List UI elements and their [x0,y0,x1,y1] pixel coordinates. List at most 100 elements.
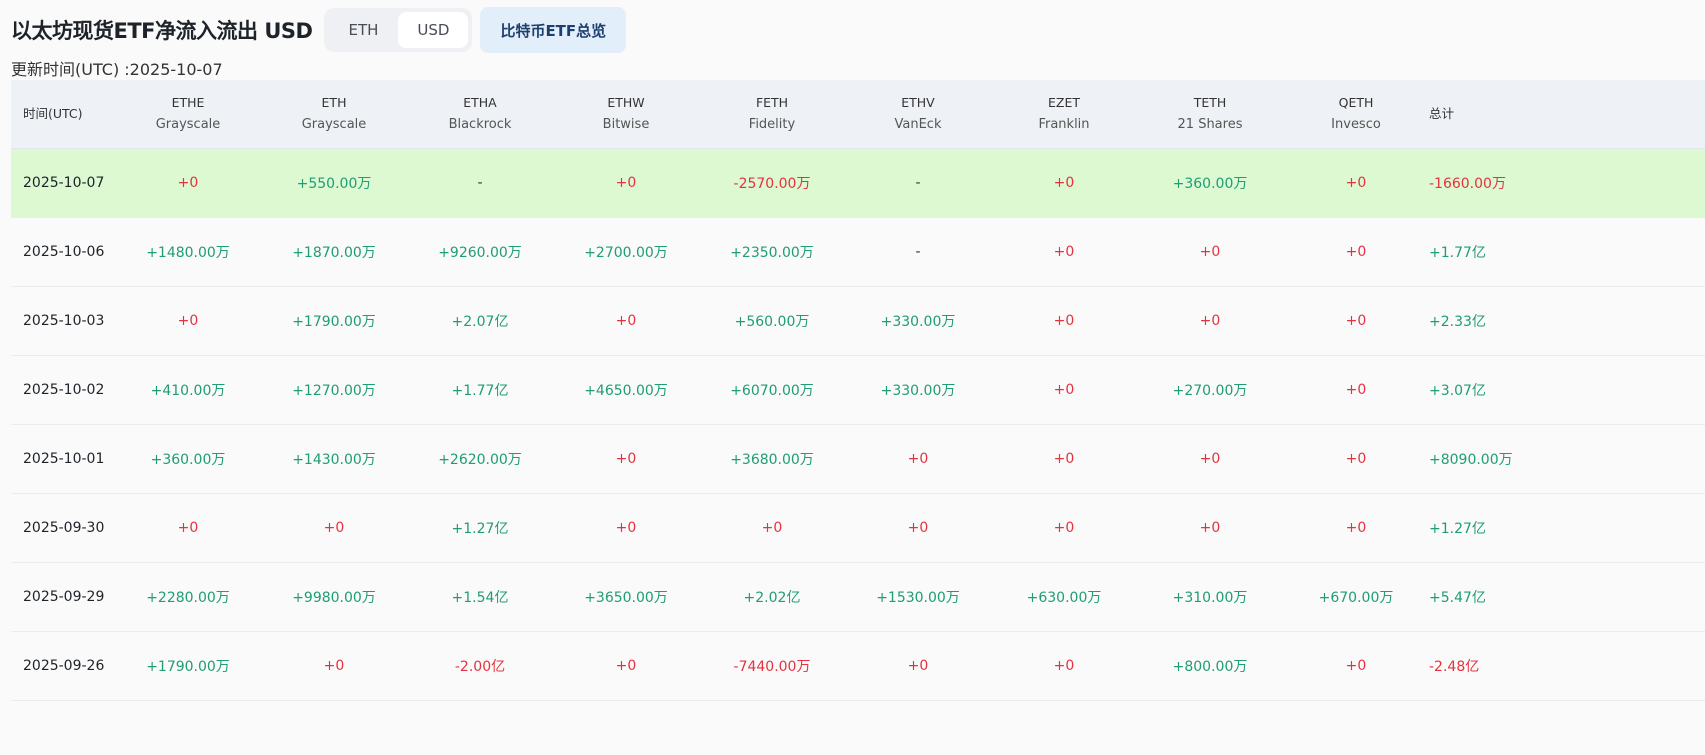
header-issuer: Franklin [1038,116,1090,132]
header-etha: ETHA Blackrock [407,80,553,149]
flow-cell-qeth: +0 [1283,355,1429,425]
header-qeth: QETH Invesco [1283,80,1429,149]
flow-cell-ezet: +0 [991,493,1137,563]
row-date: 2025-10-03 [11,286,115,356]
table-row: 2025-10-02 +410.00万 +1270.00万 +1.77亿 +4650.0… [11,355,1705,425]
header-ethv: ETHV VanEck [845,80,991,149]
flow-cell-feth: +6070.00万 [699,355,845,425]
header-total: 总计 [1429,80,1705,149]
flow-cell-ethe: +2280.00万 [115,562,261,632]
header-feth: FETH Fidelity [699,80,845,149]
flow-cell-ethw: +0 [553,286,699,356]
currency-toggle: ETH USD [324,8,473,52]
flow-cell-etha: -2.00亿 [407,631,553,701]
flow-cell-qeth: +0 [1283,286,1429,356]
flow-cell-teth: +310.00万 [1137,562,1283,632]
flow-cell-ethv: +1530.00万 [845,562,991,632]
header-issuer: Fidelity [748,116,796,132]
header-issuer: Invesco [1331,116,1381,132]
table-row: 2025-10-07 +0 +550.00万 - +0 -2570.00万 - +0 +360.… [11,148,1705,218]
flow-cell-eth: +0 [261,493,407,563]
flow-cell-ethw: +4650.00万 [553,355,699,425]
header-ticker: ETH [321,94,347,110]
flow-cell-qeth: +0 [1283,424,1429,494]
flow-cell-ezet: +0 [991,148,1137,218]
flow-cell-ethe: +1480.00万 [115,217,261,287]
flow-cell-teth: +800.00万 [1137,631,1283,701]
flow-cell-ethw: +3650.00万 [553,562,699,632]
flow-cell-ethe: +0 [115,148,261,218]
flow-cell-ezet: +0 [991,355,1137,425]
flow-cell-eth: +1870.00万 [261,217,407,287]
header-ticker: FETH [755,94,789,110]
header-issuer: Blackrock [448,116,512,132]
row-total: -1660.00万 [1429,148,1705,218]
flow-cell-ethv: +0 [845,424,991,494]
flow-cell-etha: +2620.00万 [407,424,553,494]
page-title: 以太坊现货ETF净流入流出 USD [11,19,313,43]
row-total: +8090.00万 [1429,424,1705,494]
row-total: +2.33亿 [1429,286,1705,356]
flow-cell-ethv: - [845,148,991,218]
flow-cell-ethv: +330.00万 [845,355,991,425]
toggle-usd-button[interactable]: USD [398,12,469,48]
row-date: 2025-09-29 [11,562,115,632]
flow-cell-feth: +2350.00万 [699,217,845,287]
row-date: 2025-10-07 [11,148,115,218]
flow-cell-ethe: +0 [115,286,261,356]
flow-cell-feth: +0 [699,493,845,563]
flow-cell-eth: +1790.00万 [261,286,407,356]
row-total: +1.77亿 [1429,217,1705,287]
flow-cell-ethv: - [845,217,991,287]
flow-cell-feth: +3680.00万 [699,424,845,494]
flow-cell-eth: +9980.00万 [261,562,407,632]
table-row: 2025-10-03 +0 +1790.00万 +2.07亿 +0 +560.00万 +33… [11,286,1705,356]
flow-cell-teth: +0 [1137,217,1283,287]
row-date: 2025-10-02 [11,355,115,425]
header-ticker: ETHA [463,94,497,110]
flow-cell-eth: +550.00万 [261,148,407,218]
flow-cell-ethw: +0 [553,424,699,494]
flow-cell-etha: +9260.00万 [407,217,553,287]
flow-cell-ethv: +0 [845,631,991,701]
flow-cell-ezet: +0 [991,631,1137,701]
flow-cell-ethw: +0 [553,631,699,701]
header-ticker: ETHE [171,94,205,110]
flow-cell-etha: +1.77亿 [407,355,553,425]
flow-cell-ethw: +0 [553,148,699,218]
row-total: -2.48亿 [1429,631,1705,701]
flow-cell-feth: -7440.00万 [699,631,845,701]
header-ezet: EZET Franklin [991,80,1137,149]
flow-cell-ezet: +0 [991,424,1137,494]
flow-cell-ethe: +410.00万 [115,355,261,425]
flow-cell-eth: +1270.00万 [261,355,407,425]
header-issuer: Grayscale [301,116,367,132]
flow-cell-qeth: +0 [1283,493,1429,563]
page-header: 以太坊现货ETF净流入流出 USD ETH USD 比特币ETF总览 [11,7,627,53]
header-ticker: ETHV [901,94,935,110]
toggle-eth-button[interactable]: ETH [328,12,398,48]
flow-cell-teth: +0 [1137,493,1283,563]
header-ticker: ETHW [607,94,645,110]
row-date: 2025-09-30 [11,493,115,563]
flow-cell-ezet: +630.00万 [991,562,1137,632]
flow-cell-ethv: +0 [845,493,991,563]
header-date: 时间(UTC) [11,80,115,149]
header-eth: ETH Grayscale [261,80,407,149]
header-issuer: 21 Shares [1177,116,1243,132]
flow-cell-etha: - [407,148,553,218]
header-teth: TETH 21 Shares [1137,80,1283,149]
flow-cell-ethe: +1790.00万 [115,631,261,701]
table-header-row: 时间(UTC) ETHE Grayscale ETH Grayscale ETHA Blac… [11,80,1705,149]
etf-flow-table: 时间(UTC) ETHE Grayscale ETH Grayscale ETHA Blac… [11,80,1705,701]
header-ethe: ETHE Grayscale [115,80,261,149]
flow-cell-teth: +0 [1137,424,1283,494]
flow-cell-qeth: +670.00万 [1283,562,1429,632]
btc-etf-overview-button[interactable]: 比特币ETF总览 [480,7,627,53]
header-ticker: EZET [1048,94,1080,110]
table-row: 2025-10-06 +1480.00万 +1870.00万 +9260.00万 +27… [11,217,1705,287]
flow-cell-teth: +360.00万 [1137,148,1283,218]
flow-cell-ezet: +0 [991,286,1137,356]
flow-cell-teth: +0 [1137,286,1283,356]
row-date: 2025-10-01 [11,424,115,494]
